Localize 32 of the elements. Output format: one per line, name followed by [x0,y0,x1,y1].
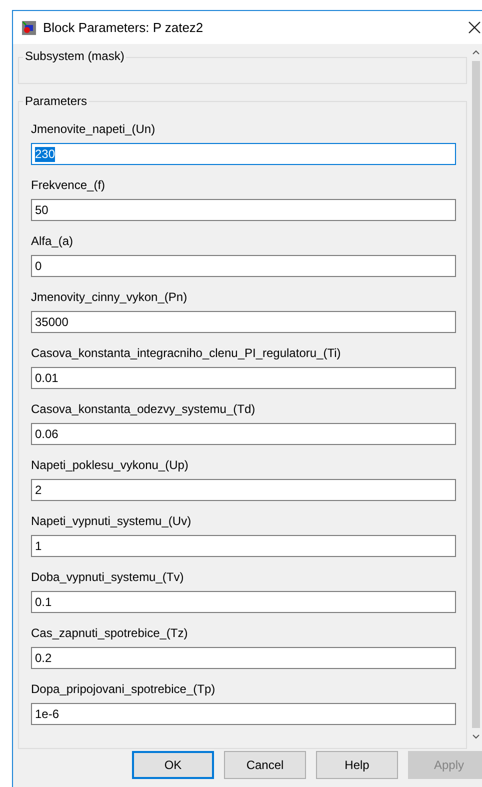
window-title: Block Parameters: P zatez2 [43,18,204,37]
input-field[interactable]: 1 [31,535,456,557]
scroll-down-icon[interactable] [472,734,480,739]
field-label: Alfa_(a) [31,233,74,249]
input-field[interactable]: 1e-6 [31,703,456,725]
input-field[interactable]: 0 [31,255,456,277]
scroll-thumb[interactable] [472,61,480,728]
dialog-button[interactable]: OK [132,751,214,779]
field-label: Casova_konstanta_odezvy_systemu_(Td) [31,401,256,417]
dialog-button[interactable]: Help [316,751,398,779]
group-title: Subsystem (mask) [23,48,126,64]
input-field[interactable]: 35000 [31,311,456,333]
close-icon[interactable] [468,21,481,34]
scroll-up-icon[interactable] [472,50,480,55]
input-field[interactable]: 0.1 [31,591,456,613]
field-label: Casova_konstanta_integracniho_clenu_PI_regulatoru_(Ti) [31,345,342,361]
field-label: Jmenovite_napeti_(Un) [31,121,156,137]
input-field[interactable]: 0.2 [31,647,456,669]
field-label: Doba_vypnuti_systemu_(Tv) [31,569,185,585]
input-field[interactable]: 2 [31,479,456,501]
input-field[interactable]: 50 [31,199,456,221]
field-label: Dopa_pripojovani_spotrebice_(Tp) [31,681,216,697]
dialog-button[interactable]: Cancel [224,751,306,779]
input-field[interactable]: 0.06 [31,423,456,445]
block-icon [22,20,36,34]
input-field[interactable]: 230 [31,143,456,165]
field-label: Napeti_vypnuti_systemu_(Uv) [31,513,192,529]
input-field[interactable]: 0.01 [31,367,456,389]
field-label: Frekvence_(f) [31,177,106,193]
field-label: Jmenovity_cinny_vykon_(Pn) [31,289,188,305]
field-label: Cas_zapnuti_spotrebice_(Tz) [31,625,189,641]
field-label: Napeti_poklesu_vykonu_(Up) [31,457,190,473]
